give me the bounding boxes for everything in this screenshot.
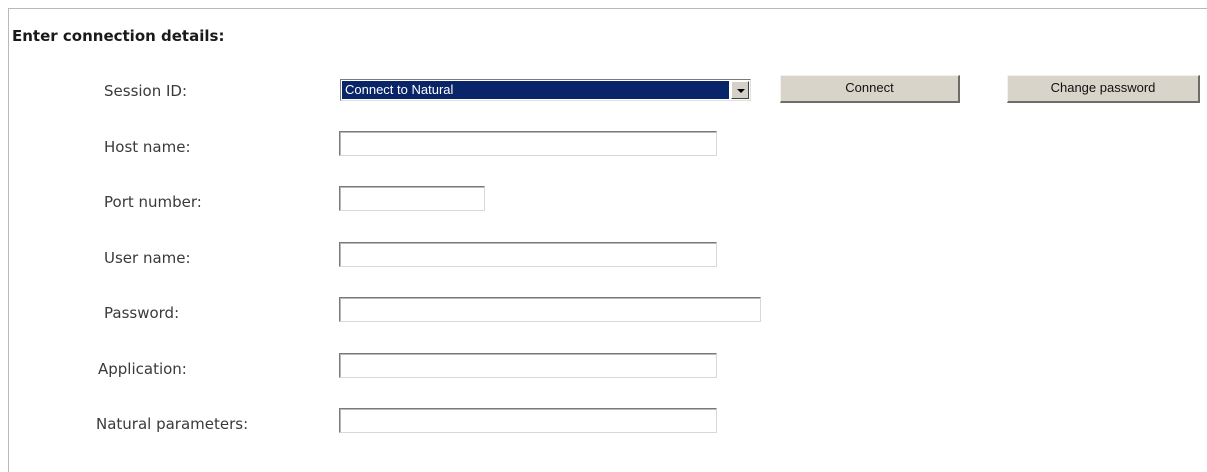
application-field[interactable] xyxy=(339,353,717,378)
user-name-label: User name: xyxy=(104,249,191,267)
session-id-select[interactable]: Connect to Natural xyxy=(340,79,751,101)
session-id-selected-value: Connect to Natural xyxy=(342,81,729,99)
port-number-field[interactable] xyxy=(339,186,485,211)
host-name-field[interactable] xyxy=(339,131,717,156)
user-name-field[interactable] xyxy=(339,242,717,267)
change-password-button[interactable]: Change password xyxy=(1007,75,1200,103)
natural-parameters-field[interactable] xyxy=(339,408,717,433)
chevron-down-icon[interactable] xyxy=(731,81,749,99)
password-field[interactable] xyxy=(339,297,761,322)
application-label: Application: xyxy=(98,360,187,378)
connect-button[interactable]: Connect xyxy=(780,75,960,103)
host-name-label: Host name: xyxy=(104,138,191,156)
password-label: Password: xyxy=(104,304,180,322)
natural-parameters-label: Natural parameters: xyxy=(96,415,249,433)
session-id-label: Session ID: xyxy=(104,82,188,100)
port-number-label: Port number: xyxy=(104,193,202,211)
page-title: Enter connection details: xyxy=(12,27,225,45)
